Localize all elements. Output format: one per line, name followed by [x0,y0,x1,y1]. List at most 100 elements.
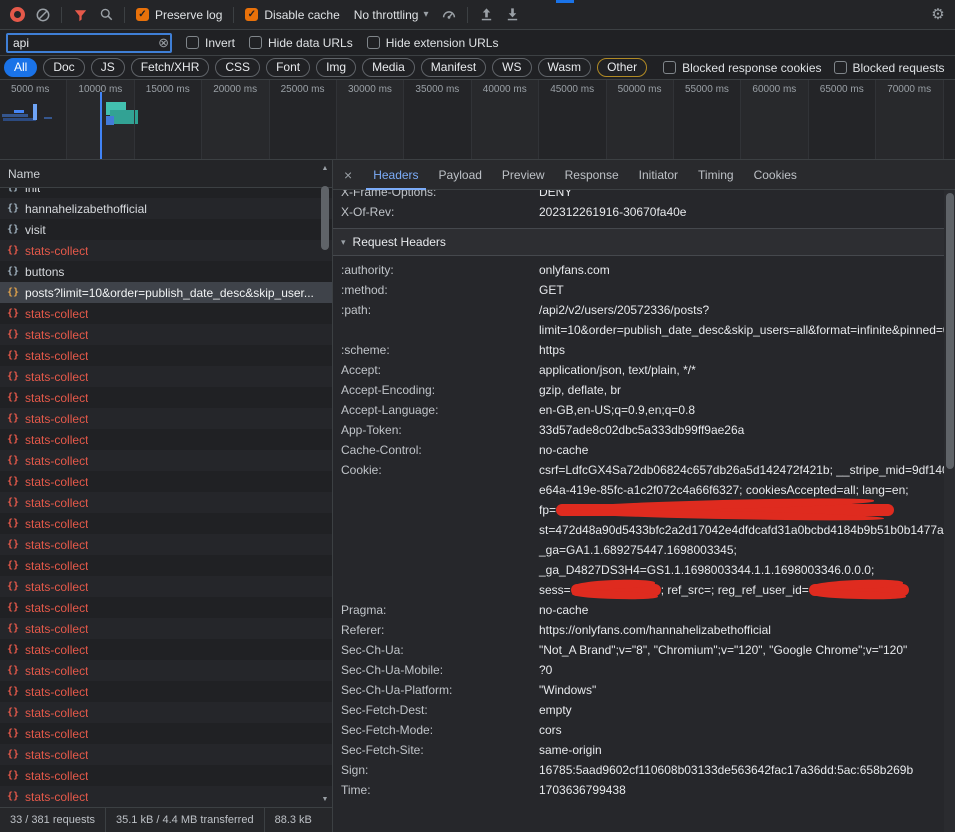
request-row-stats-collect[interactable]: {}stats-collect [0,555,332,576]
scrollbar-thumb[interactable] [321,186,329,250]
header-name: Cache-Control: [341,440,539,460]
request-row-stats-collect[interactable]: {}stats-collect [0,534,332,555]
preserve-log-checkbox[interactable]: ✓ Preserve log [136,8,222,22]
header-value: 33d57ade8c02dbc5a333db99ff9ae26a [539,420,941,440]
request-row-visit[interactable]: {}visit [0,219,332,240]
tab-timing[interactable]: Timing [691,160,741,190]
tab-response[interactable]: Response [558,160,626,190]
filter-chip-all[interactable]: All [4,58,37,77]
filter-chip-other[interactable]: Other [597,58,647,77]
filter-chip-ws[interactable]: WS [492,58,531,77]
request-row-stats-collect[interactable]: {}stats-collect [0,429,332,450]
record-button[interactable] [4,3,30,27]
tab-payload[interactable]: Payload [432,160,489,190]
request-row-stats-collect[interactable]: {}stats-collect [0,324,332,345]
request-row-posts-limit-10-order-publish-d[interactable]: {}posts?limit=10&order=publish_date_desc… [0,282,332,303]
details-tab-bar: × HeadersPayloadPreviewResponseInitiator… [333,160,955,190]
header-row-sec-fetch-mode: Sec-Fetch-Mode:cors [333,720,955,740]
request-row-stats-collect[interactable]: {}stats-collect [0,618,332,639]
request-row-stats-collect[interactable]: {}stats-collect [0,471,332,492]
json-braces-icon: {} [7,245,19,256]
request-row-hannahelizabethofficial[interactable]: {}hannahelizabethofficial [0,198,332,219]
overview-timeline[interactable]: 5000 ms10000 ms15000 ms20000 ms25000 ms3… [0,80,955,160]
checkbox-unchecked-icon [834,61,847,74]
request-row-stats-collect[interactable]: {}stats-collect [0,681,332,702]
scroll-up-icon[interactable]: ▲ [319,162,331,174]
request-row-stats-collect[interactable]: {}stats-collect [0,744,332,765]
export-har-button[interactable] [499,3,525,27]
timeline-band: 10000 ms [67,80,134,159]
tab-initiator[interactable]: Initiator [632,160,685,190]
request-row-stats-collect[interactable]: {}stats-collect [0,576,332,597]
throttling-select[interactable]: No throttling ▾ [354,8,429,22]
scroll-down-icon[interactable]: ▼ [319,793,331,805]
name-column-header[interactable]: Name [0,160,332,188]
request-row-stats-collect[interactable]: {}stats-collect [0,723,332,744]
request-row-stats-collect[interactable]: {}stats-collect [0,513,332,534]
filter-input[interactable] [6,33,172,53]
header-row-authority: :authority:onlyfans.com [333,260,955,280]
request-row-stats-collect[interactable]: {}stats-collect [0,786,332,807]
request-row-stats-collect[interactable]: {}stats-collect [0,240,332,261]
request-name: hannahelizabethofficial [25,202,147,216]
timeline-tick-label: 30000 ms [348,84,392,95]
timeline-tick-label: 15000 ms [146,84,190,95]
request-row-stats-collect[interactable]: {}stats-collect [0,450,332,471]
json-braces-icon: {} [7,224,19,235]
request-row-stats-collect[interactable]: {}stats-collect [0,702,332,723]
header-row-x-of-rev: X-Of-Rev:202312261916-30670fa40e [333,202,955,222]
request-row-stats-collect[interactable]: {}stats-collect [0,660,332,681]
clear-filter-icon[interactable]: ⊗ [158,35,169,51]
tab-preview[interactable]: Preview [495,160,552,190]
filter-chip-manifest[interactable]: Manifest [421,58,486,77]
request-headers-section-header[interactable]: ▾ Request Headers [333,229,955,255]
header-row-app-token: App-Token:33d57ade8c02dbc5a333db99ff9ae2… [333,420,955,440]
collapse-triangle-icon: ▾ [341,237,346,248]
import-har-button[interactable] [473,3,499,27]
request-row-stats-collect[interactable]: {}stats-collect [0,765,332,786]
tab-cookies[interactable]: Cookies [747,160,804,190]
request-row-stats-collect[interactable]: {}stats-collect [0,408,332,429]
request-row-init[interactable]: {}init [0,188,332,198]
clear-button[interactable] [30,3,56,27]
checkbox-blocked-requests[interactable]: Blocked requests [834,61,945,75]
filter-chip-wasm[interactable]: Wasm [538,58,592,77]
filter-chip-font[interactable]: Font [266,58,310,77]
request-name: buttons [25,265,64,279]
request-row-stats-collect[interactable]: {}stats-collect [0,303,332,324]
request-row-stats-collect[interactable]: {}stats-collect [0,492,332,513]
checkbox-blocked-response-cookies[interactable]: Blocked response cookies [663,61,821,75]
filter-chip-doc[interactable]: Doc [43,58,84,77]
filter-chip-img[interactable]: Img [316,58,356,77]
request-row-stats-collect[interactable]: {}stats-collect [0,639,332,660]
settings-gear-button[interactable]: ⚙ [925,3,951,27]
filter-toggle-button[interactable] [67,3,93,27]
hide-extension-urls-checkbox[interactable]: Hide extension URLs [367,36,499,50]
tab-headers[interactable]: Headers [366,160,425,190]
request-row-stats-collect[interactable]: {}stats-collect [0,387,332,408]
request-row-stats-collect[interactable]: {}stats-collect [0,597,332,618]
header-value: "Windows" [539,680,941,700]
search-button[interactable] [93,3,119,27]
invert-checkbox[interactable]: Invert [186,36,235,50]
disable-cache-checkbox[interactable]: ✓ Disable cache [245,8,339,22]
resource-type-filter-bar: All Doc JS Fetch/XHR CSS Font Img Media Manifest… [0,56,955,80]
resource-type-chips: All Doc JS Fetch/XHR CSS Font Img Media Manifest… [4,58,647,77]
scrollbar-thumb[interactable] [946,193,954,469]
request-name: stats-collect [25,643,88,657]
request-name: posts?limit=10&order=publish_date_desc&s… [25,286,314,300]
header-name: Sec-Ch-Ua: [341,640,539,660]
header-name: X-Of-Rev: [341,202,539,222]
header-row-x-frame-options: X-Frame-Options:DENY [333,190,955,202]
request-row-stats-collect[interactable]: {}stats-collect [0,366,332,387]
header-row-sec-ch-ua-mobile: Sec-Ch-Ua-Mobile:?0 [333,660,955,680]
request-row-buttons[interactable]: {}buttons [0,261,332,282]
hide-data-urls-checkbox[interactable]: Hide data URLs [249,36,353,50]
close-details-icon[interactable]: × [333,167,363,183]
filter-chip-css[interactable]: CSS [215,58,260,77]
network-conditions-button[interactable] [436,3,462,27]
filter-chip-js[interactable]: JS [91,58,125,77]
request-row-stats-collect[interactable]: {}stats-collect [0,345,332,366]
filter-chip-fetch-xhr[interactable]: Fetch/XHR [131,58,210,77]
filter-chip-media[interactable]: Media [362,58,415,77]
